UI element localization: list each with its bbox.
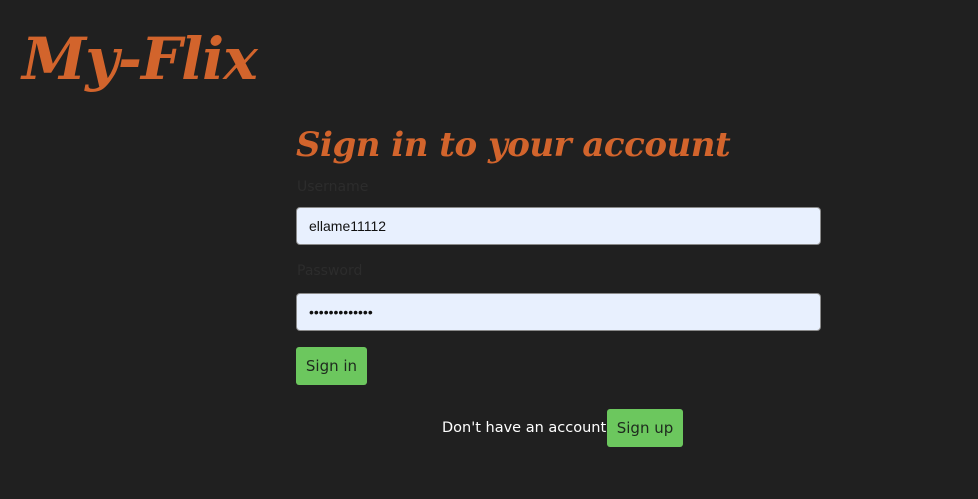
sign-in-button[interactable]: Sign in [296,347,367,385]
page-title: Sign in to your account [296,125,731,165]
password-field[interactable] [296,293,821,331]
username-field[interactable] [296,207,821,245]
username-label: Username [297,179,369,195]
app-logo: My-Flix [22,25,258,93]
sign-up-button[interactable]: Sign up [607,409,683,447]
password-label: Password [297,263,363,279]
signup-prompt-text: Don't have an account? [442,420,614,436]
